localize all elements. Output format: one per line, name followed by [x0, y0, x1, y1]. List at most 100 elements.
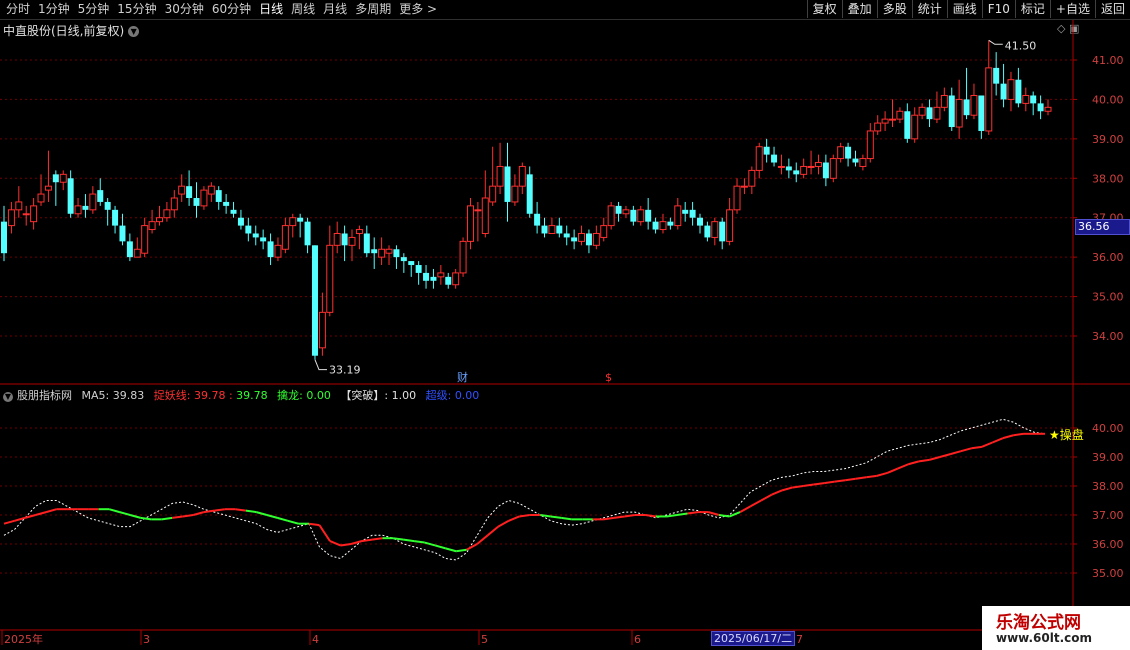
candle-body-down	[571, 237, 578, 242]
candle-body-down	[615, 205, 622, 214]
candle-body-down	[267, 241, 274, 258]
candle-body-up	[155, 217, 163, 223]
stock-chart[interactable]: 41.0040.0039.0038.0037.0036.0035.0034.00…	[0, 0, 1130, 650]
candle-body-up	[178, 185, 186, 195]
candle-body-up	[30, 205, 38, 223]
ma-line-segment	[318, 524, 331, 542]
selected-date: 2025/06/17/二	[711, 631, 796, 646]
line3-label: 【突破】:	[340, 389, 389, 402]
ma-line-segment	[487, 525, 499, 537]
ma-line-segment	[172, 515, 183, 519]
candle-body-down	[845, 146, 852, 159]
candle-body-up	[814, 162, 822, 167]
candle-body-down	[793, 170, 800, 175]
candle-body-down	[763, 146, 770, 155]
candle-body-up	[837, 146, 845, 160]
ma-line-segment	[45, 508, 57, 514]
price-tick-label: 34.00	[1092, 330, 1124, 343]
ma-line-segment	[193, 511, 205, 516]
date-label: 7	[796, 633, 803, 646]
candle-body-down	[237, 217, 244, 226]
ma5-value: 39.83	[112, 389, 145, 402]
candle-body-up	[481, 197, 489, 234]
price-tick-label: 35.00	[1092, 291, 1124, 304]
indicator-title[interactable]: ▼ 股朋指标网 MA5: 39.83 捉妖线: 39.78 : 39.78 擒龙:…	[3, 387, 479, 403]
candle-body-up	[674, 205, 682, 227]
candle-body-up	[578, 232, 586, 242]
candle-body-down	[215, 190, 222, 202]
candle-body-down	[852, 158, 859, 163]
candle-body-down	[1, 221, 7, 254]
collapse-icon[interactable]: ▼	[3, 392, 13, 402]
ma-line-segment	[161, 516, 173, 521]
ma5-label: MA5:	[81, 389, 110, 402]
candle-body-up	[37, 193, 45, 203]
indicator-name: 股朋指标网	[17, 389, 72, 402]
candle-body-down	[1030, 95, 1037, 104]
candle-body-down	[697, 217, 703, 226]
candle-body-up	[955, 98, 963, 128]
ma-line-segment	[645, 514, 657, 518]
ma-line-segment	[340, 543, 352, 547]
candle-body-up	[466, 205, 474, 242]
candle-body-up	[859, 158, 867, 167]
candle-body-up	[940, 94, 948, 108]
candle-body-up	[807, 165, 815, 168]
ma-line-segment	[813, 482, 825, 486]
ma-line-segment	[845, 477, 856, 482]
ma-line-segment	[1002, 434, 1014, 440]
ma-line-segment	[235, 508, 246, 512]
ma-line-segment	[781, 486, 793, 492]
candle-body-down	[311, 245, 318, 356]
ma-line-segment	[960, 447, 972, 453]
candle-body-up	[437, 272, 445, 278]
date-label: 4	[312, 633, 319, 646]
date-label: 2025年	[4, 632, 43, 646]
candle-body-up	[141, 225, 149, 254]
dotted-line	[3, 418, 1046, 561]
ma-line-segment	[434, 544, 446, 550]
watermark: 乐淘公式网 www.60lt.com	[982, 606, 1130, 650]
ma-line-segment	[108, 508, 120, 514]
candle-body-down	[445, 276, 452, 285]
ma-line-segment	[866, 474, 877, 479]
candle-body-down	[785, 166, 792, 171]
ma-line-segment	[834, 479, 846, 483]
candle-body-up	[1022, 94, 1030, 104]
candle-body-down	[408, 261, 415, 266]
candle-body-up	[200, 189, 208, 207]
candle-body-down	[1037, 103, 1044, 112]
candle-body-down	[82, 205, 89, 210]
ma-line-segment	[35, 511, 47, 516]
candle-body-down	[978, 95, 985, 131]
candle-body-up	[911, 114, 919, 140]
candle-body-up	[378, 248, 386, 258]
ma-line-segment	[403, 538, 415, 543]
ma-line-segment	[456, 548, 467, 553]
ma-line-segment	[203, 509, 215, 514]
ma-line-segment	[739, 505, 752, 513]
candle-body-up	[333, 232, 341, 246]
candle-body-up	[874, 122, 882, 132]
candle-body-up	[355, 229, 363, 234]
candle-body-down	[645, 209, 652, 222]
line1-value1: 39.78	[193, 389, 226, 402]
candle-body-down	[563, 233, 570, 238]
ma-line-segment	[950, 450, 962, 456]
line4-value: 0.00	[454, 389, 480, 402]
candle-body-down	[704, 225, 711, 238]
candle-body-up	[274, 244, 282, 258]
indicator-tick-label: 39.00	[1092, 451, 1124, 464]
ma-line-segment	[361, 538, 373, 543]
candle-body-down	[252, 233, 259, 238]
ma-line-segment	[792, 485, 804, 489]
candle-body-up	[148, 221, 156, 231]
candle-body-down	[630, 209, 637, 222]
candle-body-up	[474, 209, 482, 212]
candle-body-down	[423, 272, 430, 281]
candle-body-up	[496, 165, 504, 187]
candle-body-down	[186, 186, 193, 198]
ma-line-segment	[613, 515, 625, 519]
candle-body-down	[393, 249, 400, 258]
watermark-url: www.60lt.com	[996, 631, 1093, 645]
